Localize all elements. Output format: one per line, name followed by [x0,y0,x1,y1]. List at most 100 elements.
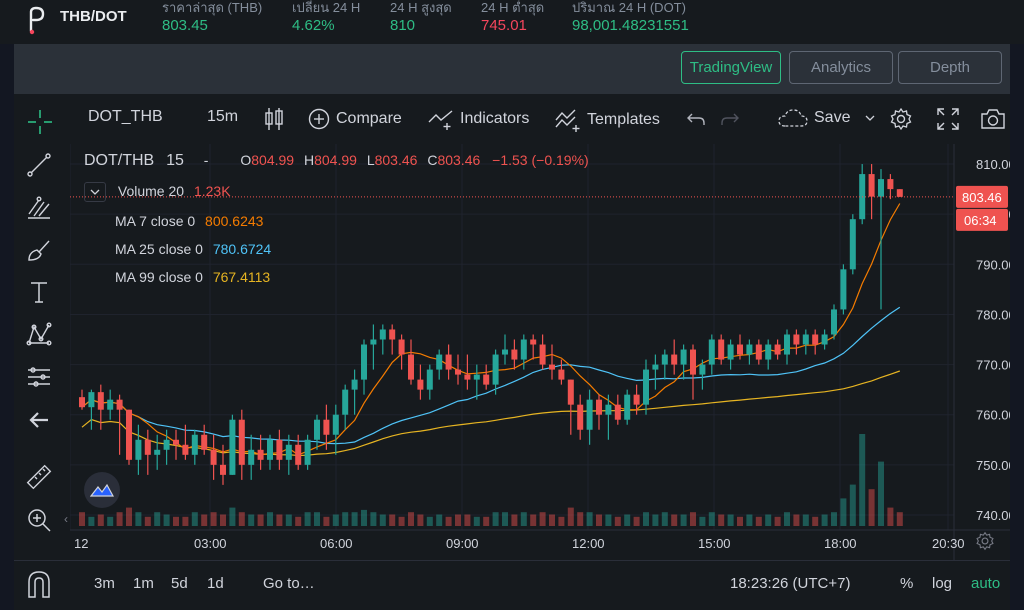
volume-bar [755,516,762,526]
zoom-in-icon[interactable] [23,504,55,536]
candle-body [88,392,95,408]
candle-body [126,409,132,460]
candle-body [849,219,856,270]
candle-body [605,404,612,415]
volume-bar [661,512,668,526]
chevron-down-icon[interactable] [864,112,876,124]
volume-bar [699,516,706,526]
chart-bottom-bar: 3m 1m 5d 1d Go to… 18:23:26 (UTC+7) % lo… [14,560,1010,610]
range-5d-button[interactable]: 5d [171,575,188,592]
indicators-button[interactable]: Indicators [428,108,529,130]
legend-volume-label: Volume 20 [117,182,185,199]
legend-volume-row: Volume 20 1.23K [84,182,231,202]
candle-body [708,339,715,365]
ma25-path [81,306,901,445]
crosshair-icon[interactable] [26,108,54,136]
candle-body [492,354,499,385]
candle-body [774,344,781,355]
price-axis[interactable]: 740.00750.00760.00770.00780.00790.00800.… [953,144,1010,560]
symbol-search-button[interactable]: DOT_THB [88,108,163,126]
price-chart[interactable]: 740.00 750.00 760.00 770.00 780.00 790.00 800.… [70,144,1010,560]
range-3m-button[interactable]: 3m [94,575,115,592]
log-scale-toggle[interactable]: log [932,575,952,592]
volume-bar [229,507,236,526]
auto-scale-toggle[interactable]: auto [971,575,1000,592]
add-circle-icon [308,108,330,130]
undo-icon[interactable] [686,109,706,129]
axis-settings-gear-icon[interactable] [975,531,995,556]
compare-button[interactable]: Compare [308,108,402,130]
volume-bar [680,514,687,526]
candle-body [220,464,226,475]
volume-bar [624,514,631,526]
settings-gear-icon[interactable] [889,107,913,131]
tradingview-logo-icon[interactable] [84,472,120,508]
volume-bar [549,514,555,526]
camera-icon[interactable] [980,107,1006,131]
candle-body [718,339,725,360]
volume-bar [718,514,725,526]
legend-dash: - [203,152,209,168]
volume-bar [849,484,856,526]
volume-bar [88,516,95,526]
redo-icon[interactable] [720,109,740,129]
candle-body [633,394,640,405]
collapse-chevron-icon[interactable] [84,182,106,202]
time-tick-label: 20:30 [932,536,965,551]
tab-tradingview[interactable]: TradingView [681,51,781,84]
legend-change: −1.53 (−0.19%) [492,152,589,168]
candle-body [436,354,443,370]
candle-style-icon[interactable] [264,106,284,132]
app-logo-icon[interactable] [22,4,52,36]
time-tick-label: 03:00 [194,536,227,551]
candle-body [314,419,320,440]
legend-ma99-row: MA 99 close 0 767.4113 [115,269,270,285]
projection-tool-icon[interactable] [23,361,55,393]
indicators-label: Indicators [460,110,530,127]
legend-symbol[interactable]: DOT/THB [84,152,154,169]
text-tool-icon[interactable] [23,276,55,308]
interval-button[interactable]: 15m [207,108,238,126]
templates-icon [555,109,580,132]
price-tick-label: 780.00 [976,307,1010,322]
save-button[interactable]: Save [778,108,876,128]
magnet-icon[interactable] [26,569,52,604]
volume-bar [408,512,414,526]
fullscreen-icon[interactable] [936,107,960,131]
volume-bar [784,512,790,526]
arrow-left-icon[interactable] [23,404,55,436]
candle-body [812,334,819,345]
trend-line-icon[interactable] [23,149,55,181]
percent-scale-toggle[interactable]: % [900,575,913,592]
tab-analytics[interactable]: Analytics [789,51,893,84]
candle-body [332,414,339,435]
volume-bar [455,514,461,526]
volume-bar [173,516,179,526]
goto-date-button[interactable]: Go to… [263,575,315,592]
volume-bar [859,434,866,526]
candle-body [304,439,311,465]
legend-ohlc-row: DOT/THB 15 - O804.99 H804.99 L803.46 C80… [84,152,589,170]
range-1d-button[interactable]: 1d [207,575,224,592]
candle-body [671,354,678,365]
volume-bar [840,498,847,526]
timezone-clock[interactable]: 18:23:26 (UTC+7) [730,575,850,592]
legend-ma25-value: 780.6724 [212,241,272,257]
pair-name[interactable]: THB/DOT [60,8,127,25]
scroll-left-icon[interactable]: ‹ [64,512,68,526]
candle-body [483,374,490,385]
time-axis[interactable]: 12 03:00 06:00 09:00 12:00 15:00 18:00 20:30 [70,529,1010,551]
range-1m-button[interactable]: 1m [133,575,154,592]
volume-bar [577,512,584,526]
legend-ma99-value: 767.4113 [212,269,271,285]
pattern-tool-icon[interactable] [23,319,55,351]
brush-icon[interactable] [23,234,55,266]
candle-body [840,269,847,310]
pitchfork-icon[interactable] [23,192,55,224]
countdown-label: 06:34 [964,213,997,228]
candle-body [398,339,405,355]
legend-open: 804.99 [251,152,295,168]
tab-depth[interactable]: Depth [898,51,1002,84]
templates-button[interactable]: Templates [555,108,660,132]
ruler-icon[interactable] [23,461,55,493]
